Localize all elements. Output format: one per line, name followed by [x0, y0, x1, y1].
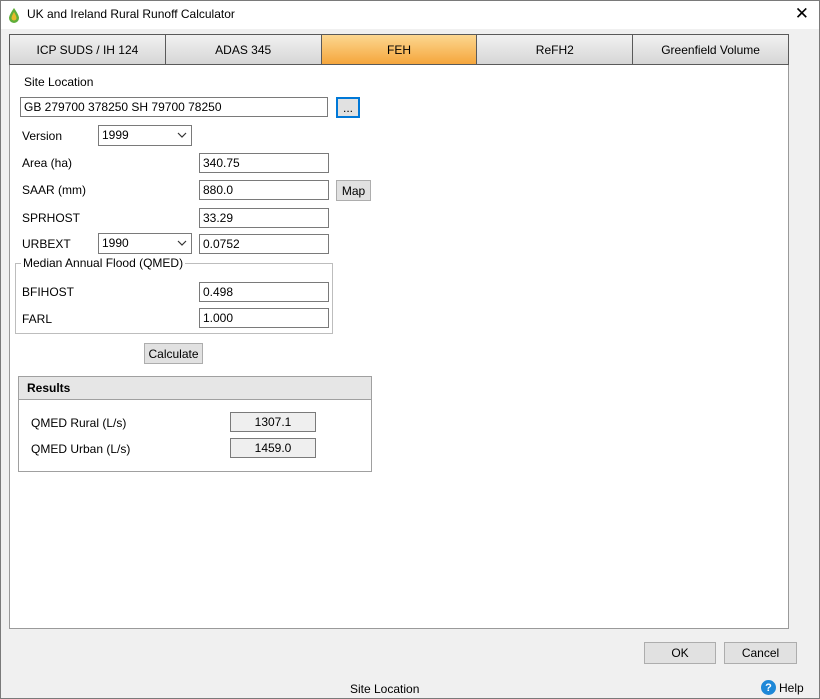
ok-button[interactable]: OK [644, 642, 716, 664]
urbext-year-select[interactable]: 1990 [98, 233, 192, 254]
bfihost-label: BFIHOST [22, 285, 75, 299]
area-input[interactable]: 340.75 [199, 153, 329, 173]
area-label: Area (ha) [22, 156, 73, 170]
chevron-down-icon [177, 132, 187, 138]
tab-feh[interactable]: FEH [320, 34, 477, 65]
tab-greenfield-volume[interactable]: Greenfield Volume [632, 34, 789, 65]
qmed-rural-value: 1307.1 [230, 412, 316, 432]
qmed-urban-label: QMED Urban (L/s) [31, 442, 131, 456]
qmed-urban-value: 1459.0 [230, 438, 316, 458]
qmed-groupbox-title: Median Annual Flood (QMED) [21, 256, 186, 270]
results-panel: Results QMED Rural (L/s) 1307.1 QMED Urb… [18, 376, 372, 472]
tab-refh2[interactable]: ReFH2 [476, 34, 633, 65]
results-header: Results [19, 377, 371, 400]
tab-icp-suds[interactable]: ICP SUDS / IH 124 [9, 34, 165, 65]
browse-location-button[interactable]: ... [336, 97, 360, 118]
urbext-year-value: 1990 [102, 236, 129, 250]
urbext-input[interactable]: 0.0752 [199, 234, 329, 254]
feh-tab-panel: Site Location GB 279700 378250 SH 79700 … [9, 65, 789, 629]
sprhost-label: SPRHOST [22, 211, 81, 225]
app-drop-icon [9, 8, 19, 23]
calculate-button[interactable]: Calculate [144, 343, 203, 364]
saar-input[interactable]: 880.0 [199, 180, 329, 200]
qmed-groupbox: Median Annual Flood (QMED) BFIHOST 0.498… [15, 256, 333, 334]
help-link[interactable]: ? Help [761, 680, 804, 695]
site-location-input[interactable]: GB 279700 378250 SH 79700 78250 [20, 97, 328, 117]
window-title: UK and Ireland Rural Runoff Calculator [27, 7, 235, 21]
dialog-window: UK and Ireland Rural Runoff Calculator ✕… [0, 0, 820, 699]
version-select[interactable]: 1999 [98, 125, 192, 146]
version-label: Version [22, 129, 63, 143]
map-button[interactable]: Map [336, 180, 371, 201]
farl-input[interactable]: 1.000 [199, 308, 329, 328]
qmed-rural-label: QMED Rural (L/s) [31, 416, 127, 430]
title-bar: UK and Ireland Rural Runoff Calculator ✕ [1, 1, 819, 29]
version-select-value: 1999 [102, 128, 129, 142]
chevron-down-icon [177, 240, 187, 246]
saar-label: SAAR (mm) [22, 183, 86, 197]
urbext-label: URBEXT [22, 237, 71, 251]
status-text: Site Location [350, 682, 420, 696]
close-icon[interactable]: ✕ [795, 4, 809, 24]
bfihost-input[interactable]: 0.498 [199, 282, 329, 302]
help-icon: ? [761, 680, 776, 695]
sprhost-input[interactable]: 33.29 [199, 208, 329, 228]
help-label: Help [779, 680, 804, 695]
site-location-label: Site Location [24, 75, 94, 89]
farl-label: FARL [22, 312, 53, 326]
tab-strip: ICP SUDS / IH 124 ADAS 345 FEH ReFH2 Gre… [9, 34, 789, 65]
tab-adas-345[interactable]: ADAS 345 [164, 34, 321, 65]
cancel-button[interactable]: Cancel [724, 642, 797, 664]
